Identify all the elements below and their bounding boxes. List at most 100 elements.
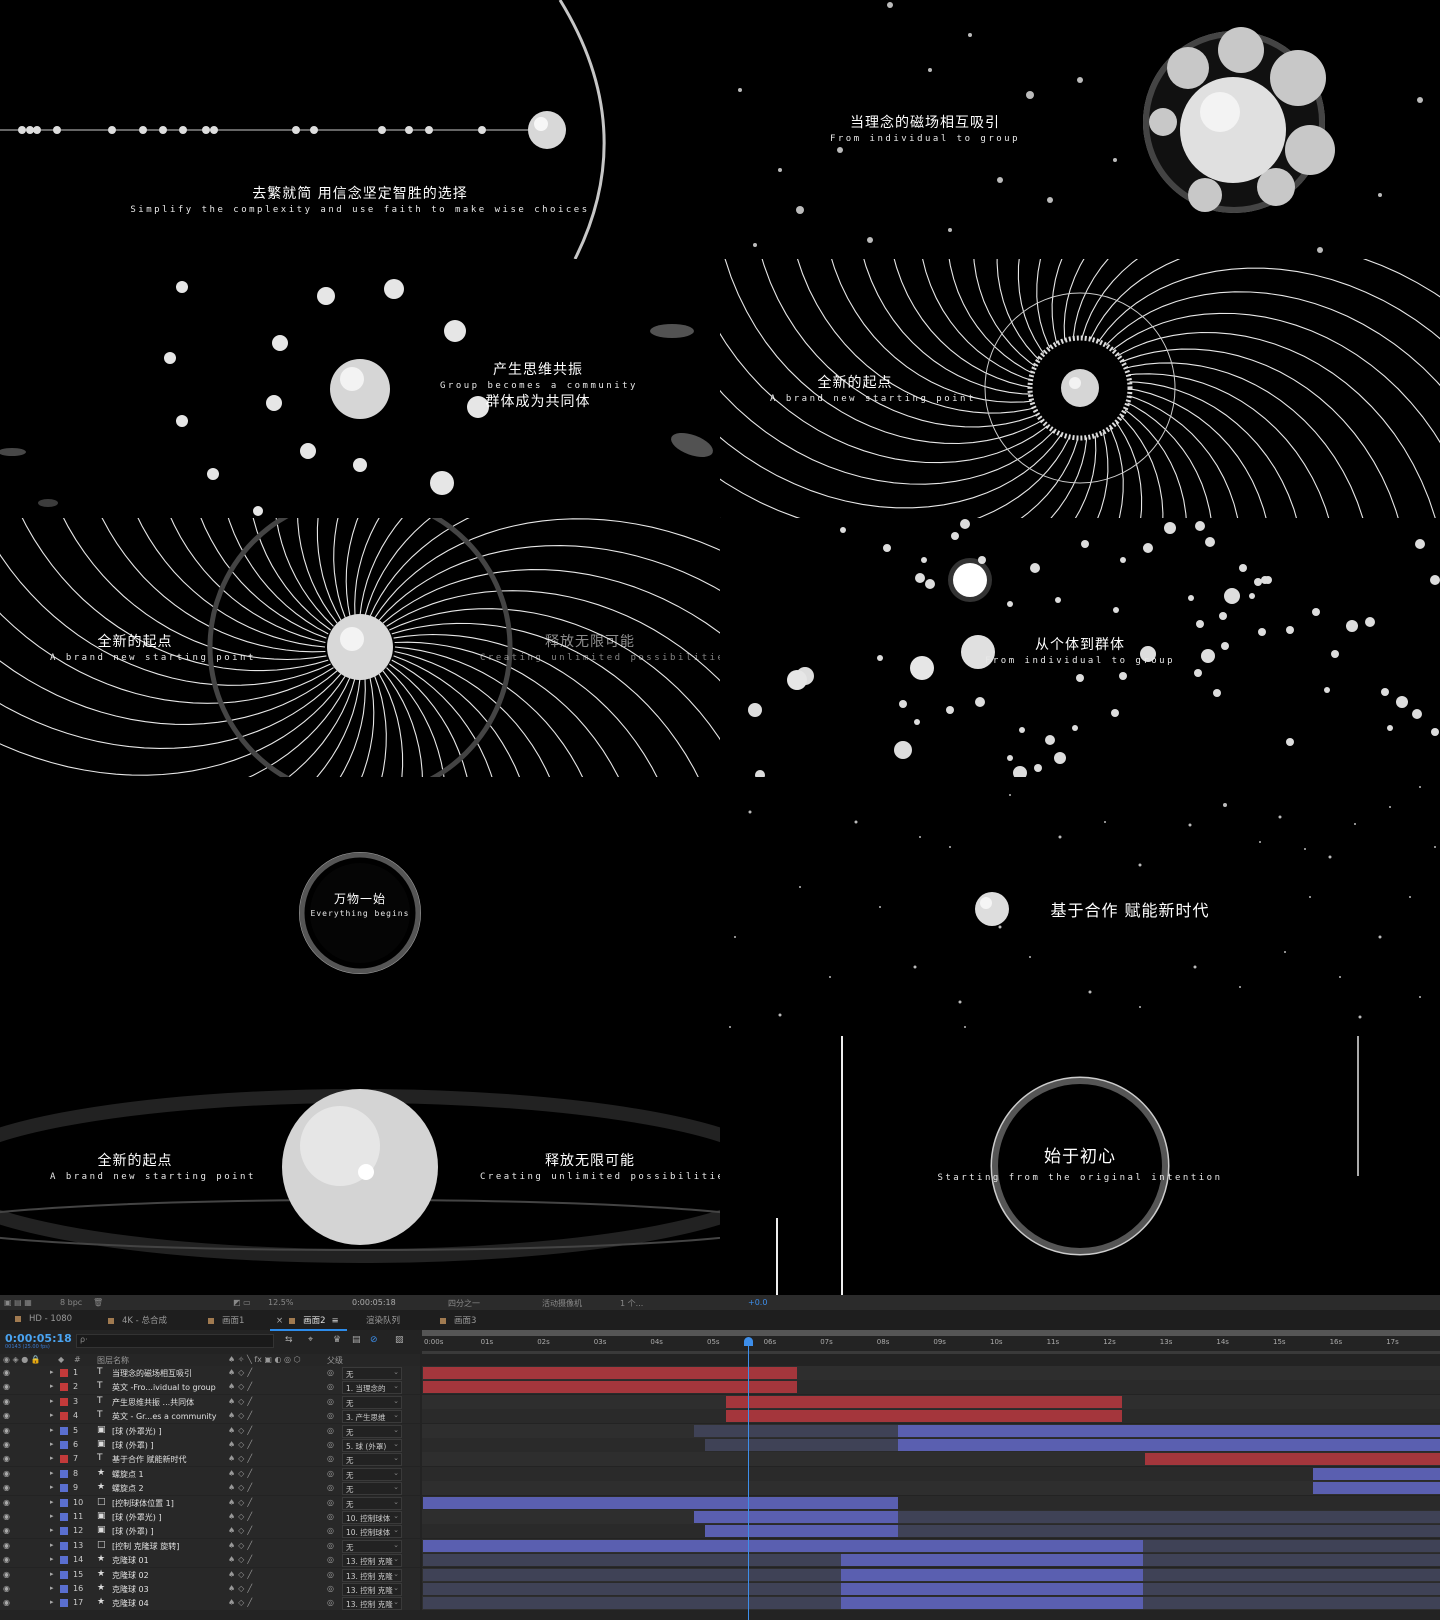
graph-editor-icon[interactable]: ▨ (395, 1335, 404, 1345)
layer-duration-bar[interactable] (726, 1410, 1122, 1423)
parent-select[interactable]: 无 ⌄ (342, 1453, 402, 1467)
visibility-eye-icon[interactable]: ◉ (3, 1512, 10, 1521)
layer-row[interactable]: ◉ ▸ 16 ★ 克隆球 03 ♠◇╱ ◎ 13. 控制 克隆 ⌄ (0, 1582, 1440, 1596)
visibility-eye-icon[interactable]: ◉ (3, 1555, 10, 1564)
layer-controls[interactable]: ◉ ▸ 15 ★ 克隆球 02 ♠◇╱ ◎ 13. 控制 克隆 ⌄ (0, 1567, 420, 1582)
layer-track[interactable] (422, 1538, 1440, 1553)
layer-name[interactable]: [球 (外罩) ] (112, 1526, 154, 1537)
parent-select[interactable]: 无 ⌄ (342, 1482, 402, 1496)
viewer-icons[interactable]: ◩ ▭ (233, 1298, 251, 1307)
layer-row[interactable]: ◉ ▸ 1 T 当理念的磁场相互吸引 ♠◇╱ ◎ 无 ⌄ (0, 1366, 1440, 1380)
layer-duration-bar[interactable] (841, 1554, 1143, 1567)
layer-name[interactable]: [球 (外罩) ] (112, 1440, 154, 1451)
layer-switches[interactable]: ♠◇╱ (228, 1584, 255, 1593)
layer-controls[interactable]: ◉ ▸ 14 ★ 克隆球 01 ♠◇╱ ◎ 13. 控制 克隆 ⌄ (0, 1553, 420, 1568)
layer-switches[interactable]: ♠◇╱ (228, 1483, 255, 1492)
playhead-line[interactable] (748, 1340, 749, 1620)
layer-duration-bar[interactable] (1313, 1467, 1440, 1480)
layer-duration-bar[interactable] (898, 1439, 1440, 1451)
layer-duration-bar[interactable] (1145, 1453, 1440, 1466)
visibility-eye-icon[interactable]: ◉ (3, 1498, 10, 1507)
parent-select[interactable]: 无 ⌄ (342, 1395, 402, 1409)
layer-name[interactable]: 克隆球 02 (112, 1570, 149, 1581)
visibility-eye-icon[interactable]: ◉ (3, 1440, 10, 1449)
visibility-eye-icon[interactable]: ◉ (3, 1598, 10, 1607)
label-color-swatch[interactable] (60, 1412, 68, 1421)
layer-track[interactable] (422, 1481, 1440, 1496)
pick-whip-icon[interactable]: ◎ (327, 1368, 334, 1377)
layer-duration-bar[interactable] (898, 1511, 1440, 1523)
layer-switches[interactable]: ♠◇╱ (228, 1498, 255, 1507)
layer-controls[interactable]: ◉ ▸ 2 T 英文 -Fro...ividual to group ♠◇╱ ◎ 1. 当理念… (0, 1380, 420, 1395)
layer-row[interactable]: ◉ ▸ 14 ★ 克隆球 01 ♠◇╱ ◎ 13. 控制 克隆 ⌄ (0, 1553, 1440, 1568)
layer-duration-bar[interactable] (726, 1395, 1122, 1408)
camera-icon[interactable]: ▣ ▤ ▦ (4, 1298, 32, 1307)
close-icon[interactable]: × (276, 1316, 283, 1326)
visibility-eye-icon[interactable]: ◉ (3, 1368, 10, 1377)
layer-duration-bar[interactable] (423, 1583, 841, 1595)
layer-row[interactable]: ◉ ▸ 6 ▣ [球 (外罩) ] ♠◇╱ ◎ 5. 球 (外罩) ⌄ (0, 1438, 1440, 1452)
menu-icon[interactable]: ≡ (332, 1316, 339, 1326)
layer-duration-bar[interactable] (841, 1568, 1143, 1581)
visibility-eye-icon[interactable]: ◉ (3, 1570, 10, 1579)
parent-select[interactable]: 13. 控制 克隆 ⌄ (342, 1583, 402, 1596)
motion-blur-icon[interactable]: ⊘ (370, 1335, 378, 1345)
layer-controls[interactable]: ◉ ▸ 12 ▣ [球 (外罩) ] ♠◇╱ ◎ 10. 控制球体 ⌄ (0, 1524, 420, 1539)
viewer-timecode[interactable]: 0:00:05:18 (352, 1298, 396, 1307)
layer-switches[interactable]: ♠◇╱ (228, 1541, 255, 1550)
layer-controls[interactable]: ◉ ▸ 8 ★ 螺旋点 1 ♠◇╱ ◎ 无 ⌄ (0, 1466, 420, 1481)
parent-select[interactable]: 3. 产生思维 ⌄ (342, 1410, 402, 1424)
layer-row[interactable]: ◉ ▸ 4 T 英文 - Gr...es a community ♠◇╱ ◎ 3. 产生思维 ⌄ (0, 1409, 1440, 1424)
parent-select[interactable]: 1. 当理念的 ⌄ (342, 1381, 402, 1395)
pick-whip-icon[interactable]: ◎ (327, 1598, 334, 1607)
layer-duration-bar[interactable] (423, 1554, 841, 1567)
layer-switches[interactable]: ♠◇╱ (228, 1512, 255, 1521)
label-color-swatch[interactable] (60, 1498, 68, 1507)
expand-triangle-icon[interactable]: ▸ (50, 1426, 54, 1434)
time-ruler[interactable]: 0:00s 01s 02s 03s 04s 05s 06s 07s 08s 09s 10s 11s 12… (422, 1338, 1440, 1352)
expand-triangle-icon[interactable]: ▸ (50, 1598, 54, 1606)
label-color-swatch[interactable] (60, 1585, 68, 1593)
layer-controls[interactable]: ◉ ▸ 13 □ [控制 克隆球 旋转] ♠◇╱ ◎ 无 ⌄ (0, 1538, 420, 1553)
layer-duration-bar[interactable] (694, 1424, 898, 1437)
label-color-swatch[interactable] (60, 1599, 68, 1608)
layer-switches[interactable]: ♠◇╱ (228, 1469, 255, 1478)
layer-switches[interactable]: ♠◇╱ (228, 1411, 255, 1420)
layer-name[interactable]: 螺旋点 2 (112, 1483, 144, 1494)
label-color-swatch[interactable] (60, 1513, 68, 1521)
work-area-bar[interactable] (422, 1330, 1440, 1336)
layer-name[interactable]: [控制 克隆球 旋转] (112, 1541, 179, 1552)
layer-name[interactable]: 英文 - Gr...es a community (112, 1411, 217, 1422)
layer-name[interactable]: 英文 -Fro...ividual to group (112, 1382, 216, 1393)
label-color-swatch[interactable] (60, 1570, 68, 1579)
visibility-eye-icon[interactable]: ◉ (3, 1483, 10, 1492)
parent-select[interactable]: 无 ⌄ (342, 1467, 402, 1481)
layer-name[interactable]: 当理念的磁场相互吸引 (112, 1368, 192, 1379)
expand-triangle-icon[interactable]: ▸ (50, 1440, 54, 1448)
layer-name[interactable]: [球 (外罩光) ] (112, 1426, 162, 1437)
layer-row[interactable]: ◉ ▸ 10 □ [控制球体位置 1] ♠◇╱ ◎ 无 ⌄ (0, 1495, 1440, 1510)
layer-controls[interactable]: ◉ ▸ 11 ▣ [球 (外罩光) ] ♠◇╱ ◎ 10. 控制球体 ⌄ (0, 1510, 420, 1524)
layer-track[interactable] (422, 1524, 1440, 1539)
layer-row[interactable]: ◉ ▸ 13 □ [控制 克隆球 旋转] ♠◇╱ ◎ 无 ⌄ (0, 1538, 1440, 1553)
layer-track[interactable] (422, 1510, 1440, 1524)
pick-whip-icon[interactable]: ◎ (327, 1498, 334, 1507)
layer-duration-bar[interactable] (898, 1525, 1440, 1538)
visibility-eye-icon[interactable]: ◉ (3, 1584, 10, 1593)
label-color-swatch[interactable] (60, 1469, 68, 1478)
pick-whip-icon[interactable]: ◎ (327, 1512, 334, 1521)
layer-track[interactable] (422, 1553, 1440, 1568)
layer-duration-bar[interactable] (423, 1539, 1143, 1552)
layer-switches[interactable]: ♠◇╱ (228, 1598, 255, 1607)
layer-switches[interactable]: ♠◇╱ (228, 1526, 255, 1535)
layer-track[interactable] (422, 1452, 1440, 1467)
layer-track[interactable] (422, 1409, 1440, 1424)
camera-select[interactable]: 活动摄像机 (542, 1298, 582, 1309)
layer-track[interactable] (422, 1596, 1440, 1611)
frame-blend-icon[interactable]: ▤ (352, 1335, 361, 1345)
layer-track[interactable] (422, 1495, 1440, 1510)
time-navigator[interactable] (422, 1351, 1440, 1354)
parent-select[interactable]: 13. 控制 克隆 ⌄ (342, 1554, 402, 1568)
pick-whip-icon[interactable]: ◎ (327, 1584, 334, 1593)
expand-triangle-icon[interactable]: ▸ (50, 1555, 54, 1563)
